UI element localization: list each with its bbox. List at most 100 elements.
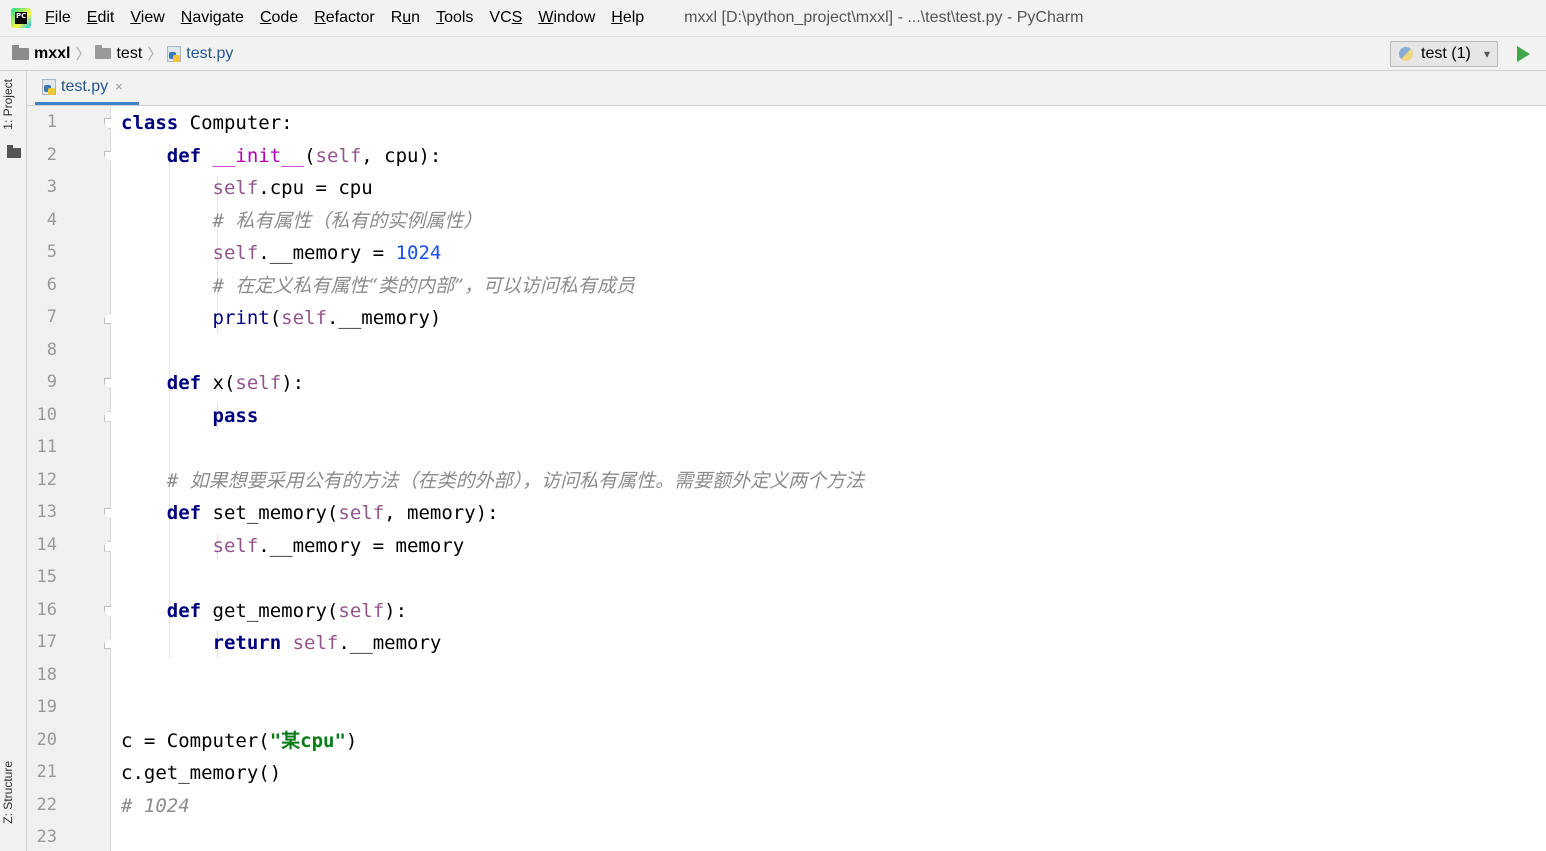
project-folder-icon[interactable]: [7, 145, 21, 158]
python-config-icon: [1399, 47, 1413, 61]
menu-item-vcs[interactable]: VCS: [489, 9, 522, 27]
menu-item-edit[interactable]: Edit: [87, 9, 115, 27]
menu-item-text: N: [180, 9, 193, 26]
close-icon[interactable]: ×: [115, 79, 123, 94]
menu-item-text: n: [411, 9, 421, 26]
code-token: set_memory(: [201, 502, 339, 524]
menu-item-text: elp: [622, 9, 645, 26]
folder-icon: [12, 44, 29, 60]
code-token: #: [212, 274, 236, 297]
line-number: 17: [36, 632, 57, 652]
tab-test-py[interactable]: test.py ×: [35, 71, 139, 105]
code-token: (: [269, 307, 282, 329]
menu-item-text: VC: [489, 9, 512, 26]
code-line: def x(self):: [121, 367, 304, 399]
code-token: __init__: [212, 144, 305, 167]
code-token: "某cpu": [269, 729, 346, 752]
code-line: self.__memory = memory: [121, 530, 465, 562]
code-token: x(: [201, 372, 236, 394]
code-token: self: [315, 144, 362, 167]
code-token: 在定义私有属性“类的内部”，可以访问私有成员: [235, 274, 635, 297]
menu-item-file[interactable]: File: [45, 9, 71, 27]
breadcrumb-file[interactable]: test.py: [167, 45, 233, 63]
tool-window-structure[interactable]: Z: Structure: [1, 761, 15, 824]
code-line: self.cpu = cpu: [121, 172, 373, 204]
window-title: mxxl [D:\python_project\mxxl] - ...\test…: [684, 9, 1084, 26]
line-number: 6: [46, 274, 57, 295]
code-editor[interactable]: class Computer: def __init__(self, cpu):…: [111, 106, 1546, 851]
python-file-icon: [167, 45, 182, 62]
breadcrumb-project[interactable]: mxxl: [12, 44, 70, 63]
line-number: 19: [36, 697, 57, 717]
code-token: , cpu):: [361, 144, 442, 167]
editor-tab-bar: test.py ×: [27, 71, 1546, 106]
code-token: def: [166, 372, 202, 394]
line-number: 13: [36, 502, 57, 522]
code-token: return: [212, 632, 282, 654]
menu-item-text: efactor: [325, 9, 375, 26]
code-line: # 在定义私有属性“类的内部”，可以访问私有成员: [121, 270, 635, 302]
code-token: .__memory: [338, 632, 442, 654]
code-line: c.get_memory(): [121, 757, 281, 789]
code-token: .__memory =: [258, 242, 396, 264]
line-number: 4: [46, 209, 57, 230]
code-line: # 私有属性（私有的实例属性）: [121, 205, 483, 237]
menu-item-navigate[interactable]: Navigate: [181, 9, 244, 27]
line-number: 9: [46, 372, 57, 392]
menu-item-run[interactable]: Run: [391, 9, 420, 27]
breadcrumb-folder[interactable]: test: [95, 45, 142, 63]
menu-item-text: iew: [140, 9, 165, 26]
code-token: .__memory): [326, 307, 442, 329]
code-token: def: [166, 599, 202, 622]
code-token: self: [212, 242, 259, 264]
menu-item-tools[interactable]: Tools: [436, 9, 473, 27]
code-line: print(self.__memory): [121, 302, 442, 334]
code-token: 1024: [395, 242, 442, 264]
menu-item-code[interactable]: Code: [260, 9, 298, 27]
line-number: 22: [36, 794, 57, 815]
run-configuration-dropdown[interactable]: test (1) ▾: [1390, 41, 1498, 67]
breadcrumb-separator: 〉: [75, 46, 91, 63]
folder-icon: [95, 45, 112, 59]
chevron-down-icon: ▾: [1483, 47, 1490, 61]
menu-item-text: S: [511, 9, 523, 26]
code-token: def: [166, 502, 202, 524]
menu-item-text: R: [314, 9, 326, 26]
tool-window-project[interactable]: 1: Project: [1, 79, 15, 130]
menu-item-window[interactable]: Window: [538, 9, 595, 27]
menu-item-text: V: [130, 9, 141, 26]
breadcrumb-folder-label: test: [116, 44, 143, 62]
code-token: self: [212, 534, 259, 557]
code-line: class Computer:: [121, 107, 293, 139]
run-configuration-label: test (1): [1421, 45, 1471, 62]
line-number: 16: [36, 599, 57, 620]
line-number: 8: [46, 339, 57, 360]
code-token: c = Computer(: [121, 729, 270, 752]
code-token: Computer:: [178, 112, 293, 134]
run-button[interactable]: [1517, 46, 1530, 62]
menu-item-refactor[interactable]: Refactor: [314, 9, 374, 27]
breadcrumb-file-label: test.py: [186, 44, 234, 62]
menu-items: File Edit View Navigate Code Refactor Run Tools…: [45, 9, 660, 27]
line-number: 10: [36, 404, 57, 425]
code-token: class: [121, 112, 179, 134]
code-line: def __init__(self, cpu):: [121, 140, 442, 172]
menu-item-text: C: [259, 9, 272, 26]
menu-item-text: ode: [271, 9, 299, 26]
menu-item-help[interactable]: Help: [611, 9, 644, 27]
line-number: 11: [36, 437, 57, 457]
menu-item-view[interactable]: View: [130, 9, 164, 27]
code-line: self.__memory = 1024: [121, 237, 442, 269]
tab-label: test.py: [61, 77, 109, 95]
menu-item-text: E: [86, 9, 98, 26]
menu-item-text: u: [402, 9, 412, 26]
